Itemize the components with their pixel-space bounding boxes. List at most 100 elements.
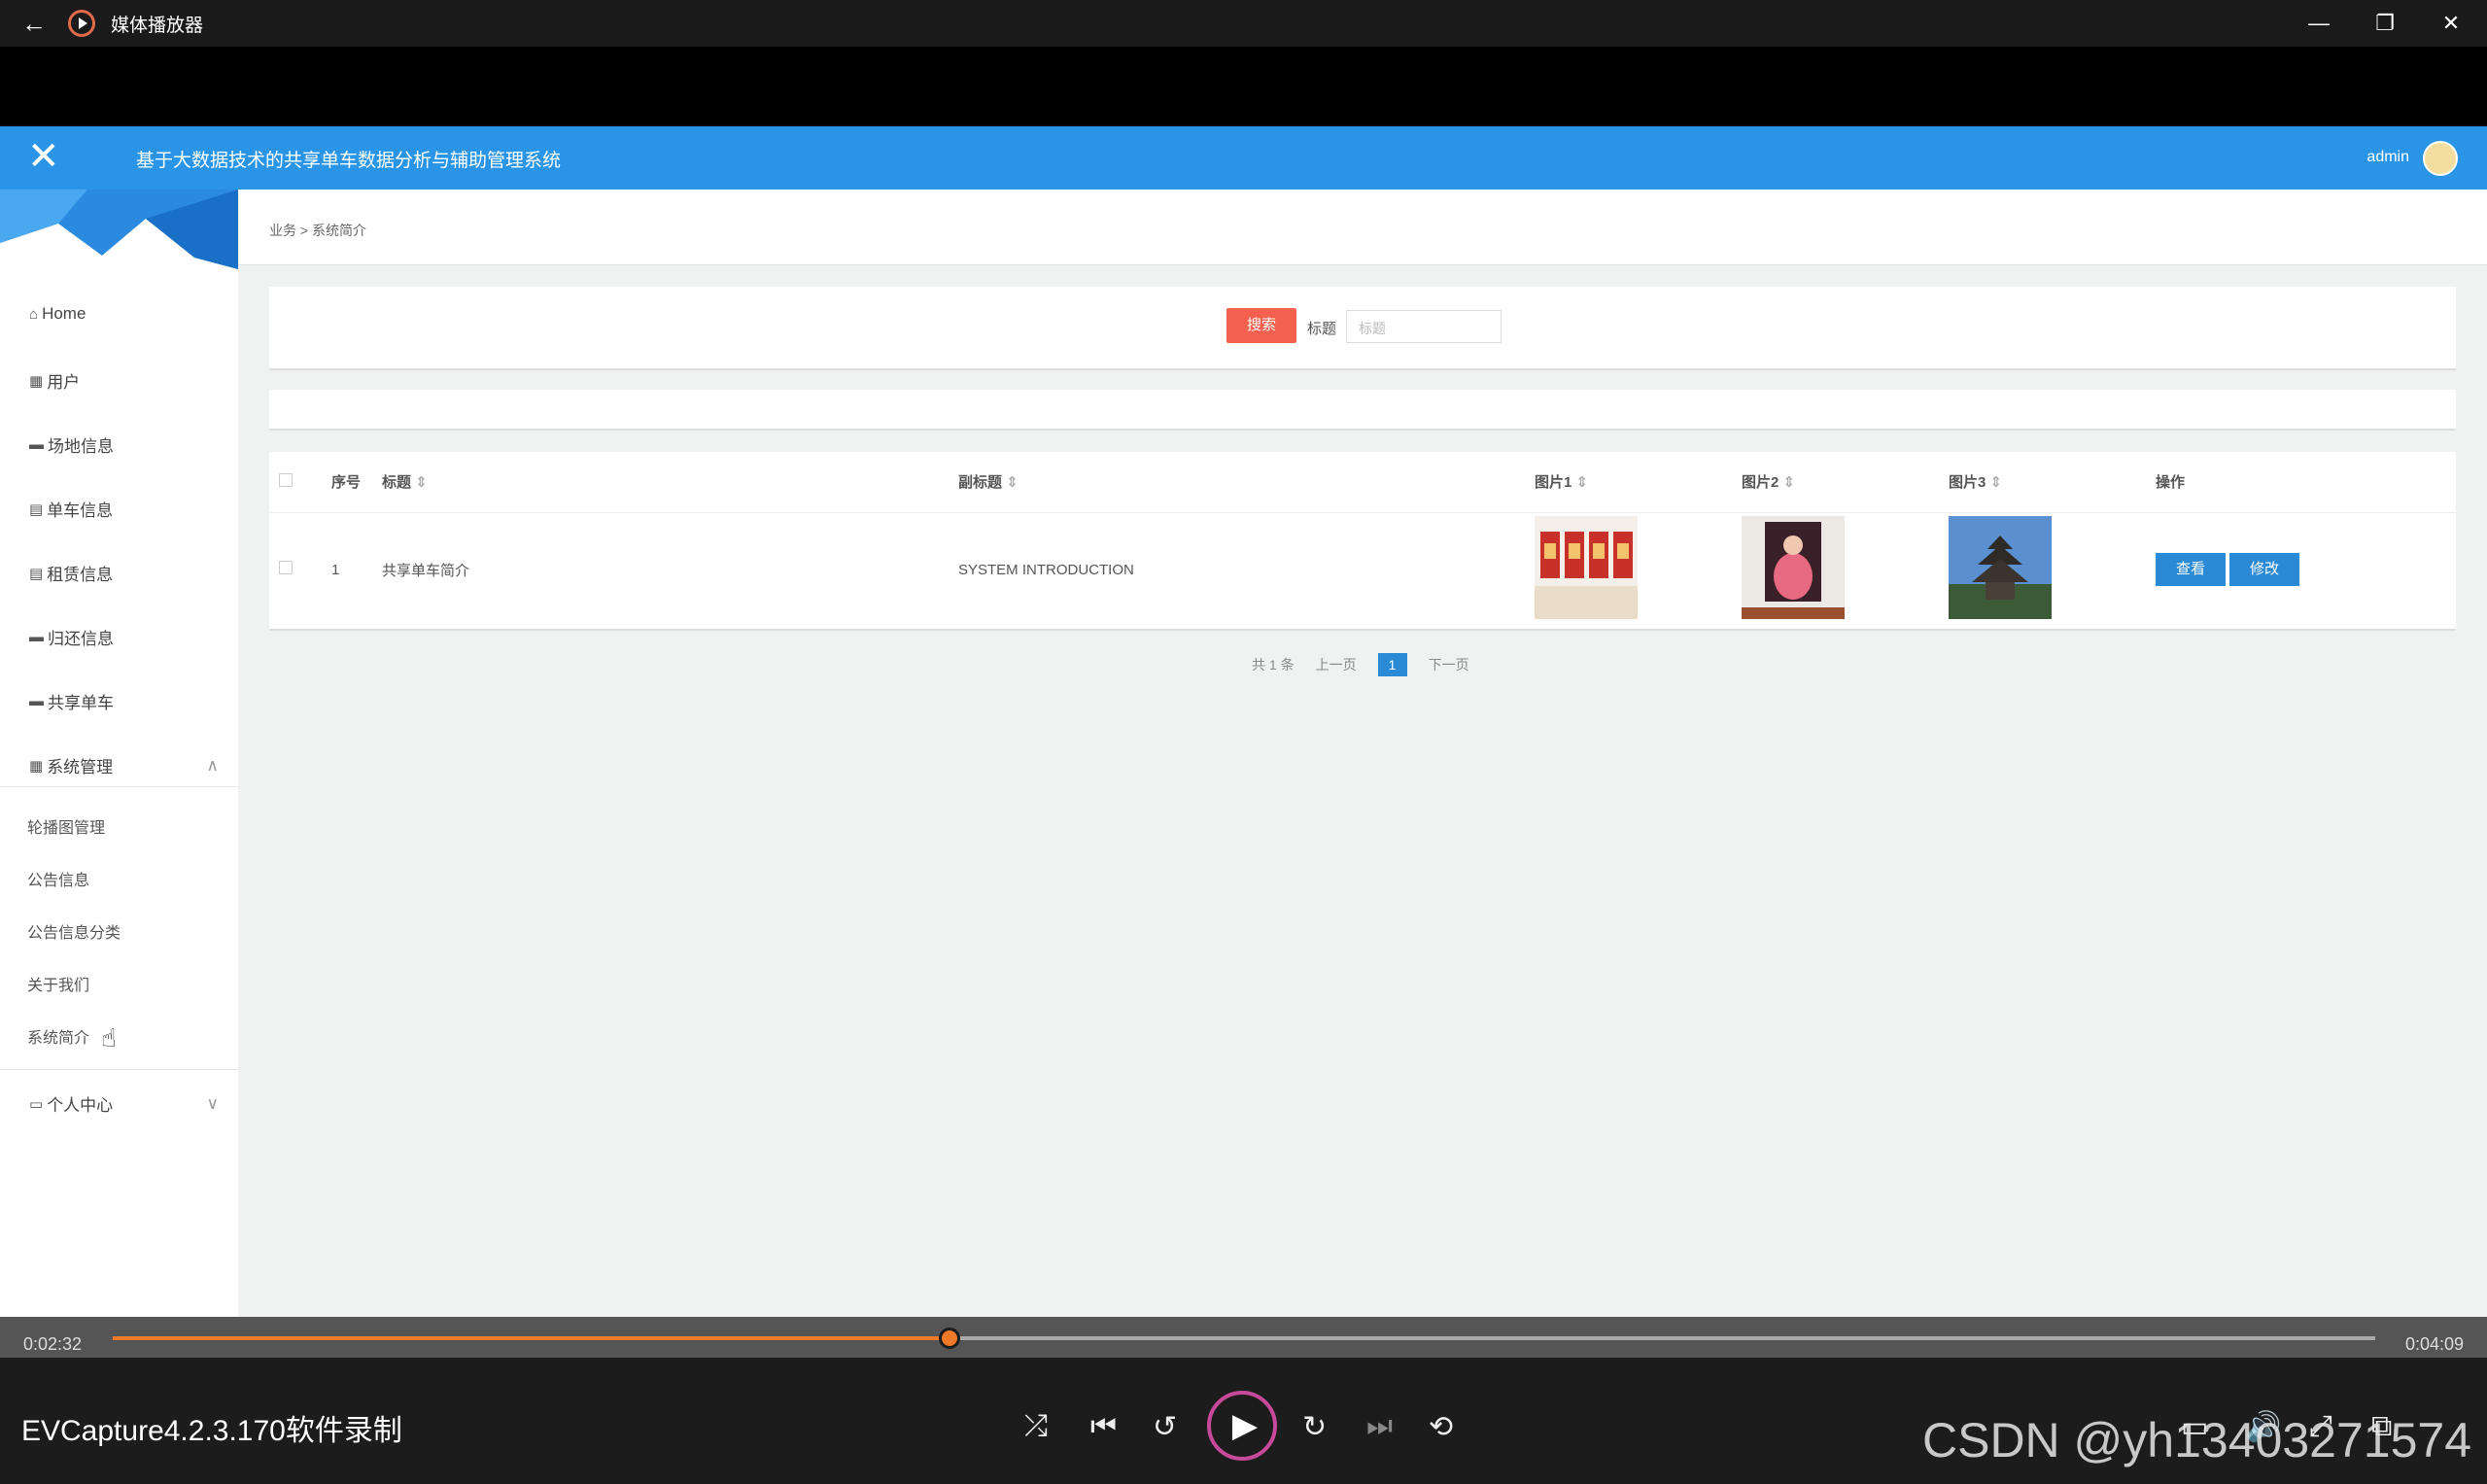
close-window-button[interactable]: ✕: [2418, 0, 2484, 47]
sidebar-item-label: 系统管理: [47, 758, 114, 777]
pagination-page-1[interactable]: 1: [1377, 653, 1407, 676]
select-all-cell: [269, 452, 322, 513]
row-image3-cell: [1939, 512, 2146, 627]
chevron-up-icon: ∧: [206, 755, 219, 775]
back-arrow-icon[interactable]: ←: [0, 9, 68, 39]
sidebar-item-users[interactable]: ▦ 用户: [29, 368, 80, 393]
user-name[interactable]: admin: [2366, 149, 2409, 166]
row-image2-cell: [1732, 512, 1939, 627]
sidebar-item-label: 单车信息: [47, 501, 114, 520]
shuffle-icon[interactable]: ⤮: [1024, 1410, 1048, 1443]
maximize-button[interactable]: ❐: [2352, 0, 2418, 47]
play-button[interactable]: ▶: [1207, 1391, 1277, 1461]
row-index: 1: [331, 561, 340, 578]
sidebar-item-bike[interactable]: ▤ 单车信息: [29, 497, 113, 521]
web-app: ✕ 基于大数据技术的共享单车数据分析与辅助管理系统 admin ⌂ Home ▦ 用…: [0, 126, 2487, 1317]
col-title[interactable]: 标题 ⇕: [372, 452, 949, 513]
repeat-icon[interactable]: ⟲: [1429, 1410, 1453, 1444]
col-subtitle[interactable]: 副标题 ⇕: [949, 452, 1525, 513]
minimize-button[interactable]: —: [2286, 0, 2352, 47]
sidebar-item-rental[interactable]: ▤ 租赁信息: [29, 561, 113, 585]
search-panel: 搜索 标题 标题: [269, 287, 2456, 370]
sidebar-subitem-intro[interactable]: 系统简介: [27, 1024, 89, 1048]
sidebar-item-return[interactable]: ▬ 归还信息: [29, 625, 114, 649]
chevron-down-icon: ∨: [206, 1093, 219, 1113]
elapsed-time: 0:02:32: [23, 1334, 83, 1354]
progress-track[interactable]: [113, 1328, 2375, 1349]
col-image2[interactable]: 图片2 ⇕: [1732, 452, 1939, 513]
pagination-total: 共 1 条: [1252, 657, 1295, 673]
sidebar-subitem-about[interactable]: 关于我们: [27, 972, 89, 995]
edit-button[interactable]: 修改: [2229, 553, 2299, 587]
comment-icon: ▬: [29, 693, 44, 709]
sidebar-item-venue[interactable]: ▬ 场地信息: [29, 432, 114, 457]
recorder-watermark: EVCapture4.2.3.170软件录制: [21, 1415, 402, 1447]
sidebar: ⌂ Home ▦ 用户 ▬ 场地信息 ▤ 单车信息 ▤ 租赁信息 ▬ 归还信息 ▬ 共享单车 …: [0, 190, 238, 1317]
sidebar-item-label: 用户: [47, 373, 81, 392]
row-image2[interactable]: [1742, 516, 1845, 620]
pagination-prev[interactable]: 上一页: [1316, 655, 1357, 674]
col-index: 序号: [322, 452, 372, 513]
window-titlebar: ← 媒体播放器 — ❐ ✕: [0, 0, 2487, 47]
rewind-10-icon[interactable]: ↺: [1153, 1410, 1177, 1444]
media-player-controls: 0:02:32 0:04:09 EVCapture4.2.3.170软件录制 ⤮…: [0, 1317, 2487, 1484]
sidebar-item-label: 归还信息: [48, 630, 114, 648]
row-checkbox-cell: [269, 512, 322, 627]
col-image1-label: 图片1: [1535, 474, 1572, 492]
total-time: 0:04:09: [2404, 1334, 2464, 1354]
table-header-row: 序号 标题 ⇕ 副标题 ⇕ 图片1 ⇕ 图片2 ⇕ 图片3 ⇕ 操作: [269, 452, 2456, 513]
folder-icon: ▬: [29, 629, 44, 645]
progress-fill: [113, 1336, 950, 1340]
sidebar-subitem-notice-category[interactable]: 公告信息分类: [27, 919, 121, 943]
system-title: 基于大数据技术的共享单车数据分析与辅助管理系统: [136, 151, 562, 171]
row-subtitle: SYSTEM INTRODUCTION: [958, 561, 1134, 578]
media-player-logo-icon: [68, 10, 95, 37]
table-row: 1 共享单车简介 SYSTEM INTRODUCTION 查看 修改: [269, 512, 2456, 627]
select-all-checkbox[interactable]: [279, 472, 293, 487]
sort-icon: ⇕: [1782, 474, 1796, 492]
forward-30-icon[interactable]: ↻: [1302, 1410, 1327, 1444]
sort-icon: ⇕: [1006, 474, 1019, 492]
hand-cursor-icon: ☝: [101, 1023, 117, 1053]
row-image3[interactable]: [1949, 516, 2052, 620]
row-image1-cell: [1525, 512, 1732, 627]
sort-icon: ⇕: [1575, 474, 1589, 492]
row-title: 共享单车简介: [382, 562, 470, 579]
previous-icon[interactable]: ⏮: [1090, 1410, 1117, 1443]
search-label: 标题: [1307, 321, 1337, 337]
sidebar-item-shared-bike[interactable]: ▬ 共享单车: [29, 689, 114, 713]
sidebar-item-personal[interactable]: ▭ 个人中心 ∨: [29, 1091, 219, 1116]
breadcrumb: 业务 > 系统简介: [238, 190, 2487, 265]
pagination-next[interactable]: 下一页: [1429, 655, 1469, 674]
close-menu-icon[interactable]: ✕: [27, 134, 60, 179]
sidebar-item-home[interactable]: ⌂ Home: [29, 304, 86, 324]
grid-icon: ▦: [29, 757, 44, 775]
home-icon: ⌂: [29, 305, 39, 323]
col-image3[interactable]: 图片3 ⇕: [1939, 452, 2146, 513]
sidebar-subitem-notice[interactable]: 公告信息: [27, 867, 89, 890]
app-header: ✕ 基于大数据技术的共享单车数据分析与辅助管理系统 admin: [0, 126, 2487, 190]
next-icon[interactable]: ⏭: [1366, 1410, 1393, 1443]
briefcase-icon: ▬: [29, 436, 44, 453]
sidebar-item-label: 个人中心: [47, 1096, 114, 1115]
pagination: 共 1 条 上一页 1 下一页: [1252, 653, 1469, 676]
view-button[interactable]: 查看: [2156, 553, 2226, 587]
search-input[interactable]: 标题: [1346, 310, 1502, 343]
avatar[interactable]: [2423, 141, 2458, 176]
search-button[interactable]: 搜索: [1226, 308, 1296, 343]
divider: [0, 786, 238, 787]
clipboard-icon: ▤: [29, 500, 44, 518]
sidebar-item-system[interactable]: ▦ 系统管理 ∧: [29, 753, 219, 777]
col-subtitle-label: 副标题: [958, 474, 1003, 492]
sidebar-subitem-carousel[interactable]: 轮播图管理: [27, 814, 105, 838]
col-image1[interactable]: 图片1 ⇕: [1525, 452, 1732, 513]
sidebar-item-label: Home: [42, 304, 86, 323]
row-checkbox[interactable]: [279, 561, 293, 575]
col-title-label: 标题: [382, 474, 412, 492]
window-title: 媒体播放器: [111, 15, 204, 36]
main-content: 业务 > 系统简介 搜索 标题 标题 序号 标题 ⇕ 副标题 ⇕ 图片1 ⇕ 图…: [238, 190, 2487, 1317]
data-table: 序号 标题 ⇕ 副标题 ⇕ 图片1 ⇕ 图片2 ⇕ 图片3 ⇕ 操作 1 共享单…: [269, 452, 2456, 627]
csdn-watermark: CSDN @yh13403271574: [1921, 1413, 2471, 1467]
col-actions: 操作: [2146, 452, 2456, 513]
row-image1[interactable]: [1535, 516, 1638, 620]
